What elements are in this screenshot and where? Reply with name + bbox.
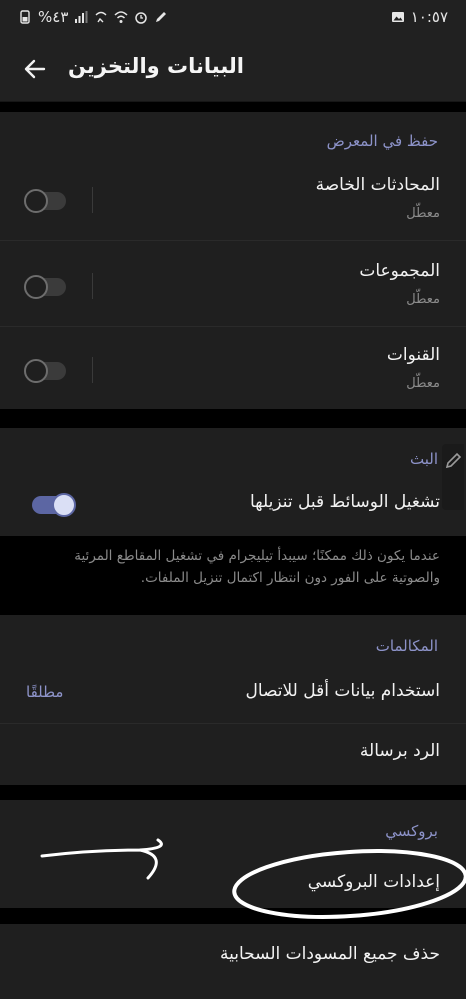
app-bar: البيانات والتخزين bbox=[0, 38, 466, 102]
row-title: حذف جميع المسودات السحابية bbox=[220, 944, 440, 964]
row-value: مطلقًا bbox=[26, 683, 64, 701]
battery-icon bbox=[20, 10, 30, 24]
toggle-stream-media[interactable] bbox=[32, 493, 76, 517]
toggle-knob bbox=[24, 275, 48, 299]
save-to-gallery-section: حفظ في المعرض المحادثات الخاصة معطّل الم… bbox=[0, 112, 466, 409]
toggle-groups[interactable] bbox=[24, 275, 66, 299]
setting-row-channels[interactable]: القنوات معطّل bbox=[0, 332, 466, 410]
streaming-info: عندما يكون ذلك ممكنًا؛ سيبدأ تيليجرام في… bbox=[0, 536, 466, 612]
battery-level: %٤٣ bbox=[38, 8, 69, 26]
page-title: البيانات والتخزين bbox=[68, 54, 244, 78]
row-title: تشغيل الوسائط قبل تنزيلها bbox=[249, 492, 440, 512]
setting-row-private-chats[interactable]: المحادثات الخاصة معطّل bbox=[0, 162, 466, 240]
setting-row-less-data[interactable]: استخدام بيانات أقل للاتصال مطلقًا bbox=[0, 667, 466, 723]
edit-handle[interactable] bbox=[442, 444, 464, 510]
section-header: المكالمات bbox=[375, 637, 438, 655]
streaming-section: البث تشغيل الوسائط قبل تنزيلها bbox=[0, 428, 466, 536]
setting-row-proxy[interactable]: إعدادات البروكسي bbox=[0, 852, 466, 908]
status-left: %٤٣ bbox=[18, 8, 168, 26]
row-title: المحادثات الخاصة bbox=[315, 175, 440, 195]
signal-icon bbox=[75, 11, 88, 23]
toggle-knob bbox=[24, 359, 48, 383]
row-title: إعدادات البروكسي bbox=[307, 872, 440, 892]
pen-icon bbox=[156, 12, 167, 22]
row-divider bbox=[92, 187, 93, 213]
row-separator bbox=[0, 326, 466, 327]
setting-row-stream-media[interactable]: تشغيل الوسائط قبل تنزيلها bbox=[0, 480, 466, 532]
image-icon bbox=[391, 12, 404, 22]
row-subtitle: معطّل bbox=[406, 206, 440, 221]
arrow-left-icon bbox=[24, 59, 46, 79]
pencil-icon bbox=[445, 452, 462, 469]
toggle-private-chats[interactable] bbox=[24, 189, 66, 213]
section-header: بروكسي bbox=[385, 822, 438, 840]
row-subtitle: معطّل bbox=[406, 292, 440, 307]
row-title: الرد برسالة bbox=[359, 741, 440, 761]
row-title: المجموعات bbox=[359, 261, 440, 281]
calls-section: المكالمات استخدام بيانات أقل للاتصال مطل… bbox=[0, 615, 466, 785]
status-time: ١٠:٥٧ bbox=[410, 8, 448, 26]
row-separator bbox=[0, 723, 466, 724]
row-divider bbox=[92, 273, 93, 299]
setting-row-groups[interactable]: المجموعات معطّل bbox=[0, 248, 466, 326]
alarm-icon bbox=[135, 12, 148, 24]
back-button[interactable] bbox=[18, 52, 52, 86]
setting-row-delete-drafts[interactable]: حذف جميع المسودات السحابية bbox=[0, 924, 466, 984]
row-separator bbox=[0, 240, 466, 241]
section-header: حفظ في المعرض bbox=[326, 132, 438, 150]
drafts-section: حذف جميع المسودات السحابية bbox=[0, 924, 466, 999]
row-divider bbox=[92, 357, 93, 383]
status-right: ١٠:٥٧ bbox=[391, 8, 448, 26]
wifi-call-icon bbox=[95, 11, 107, 23]
row-title: استخدام بيانات أقل للاتصال bbox=[245, 681, 440, 701]
toggle-knob bbox=[24, 189, 48, 213]
toggle-knob bbox=[52, 493, 76, 517]
toggle-channels[interactable] bbox=[24, 359, 66, 383]
section-header: البث bbox=[410, 450, 438, 468]
proxy-section: بروكسي إعدادات البروكسي bbox=[0, 800, 466, 908]
row-title: القنوات bbox=[386, 345, 440, 365]
setting-row-reply-message[interactable]: الرد برسالة bbox=[0, 727, 466, 783]
streaming-info-text: عندما يكون ذلك ممكنًا؛ سيبدأ تيليجرام في… bbox=[74, 548, 440, 586]
row-subtitle: معطّل bbox=[406, 376, 440, 391]
wifi-icon bbox=[114, 11, 128, 23]
status-bar: %٤٣ ١٠:٥٧ bbox=[0, 0, 466, 38]
